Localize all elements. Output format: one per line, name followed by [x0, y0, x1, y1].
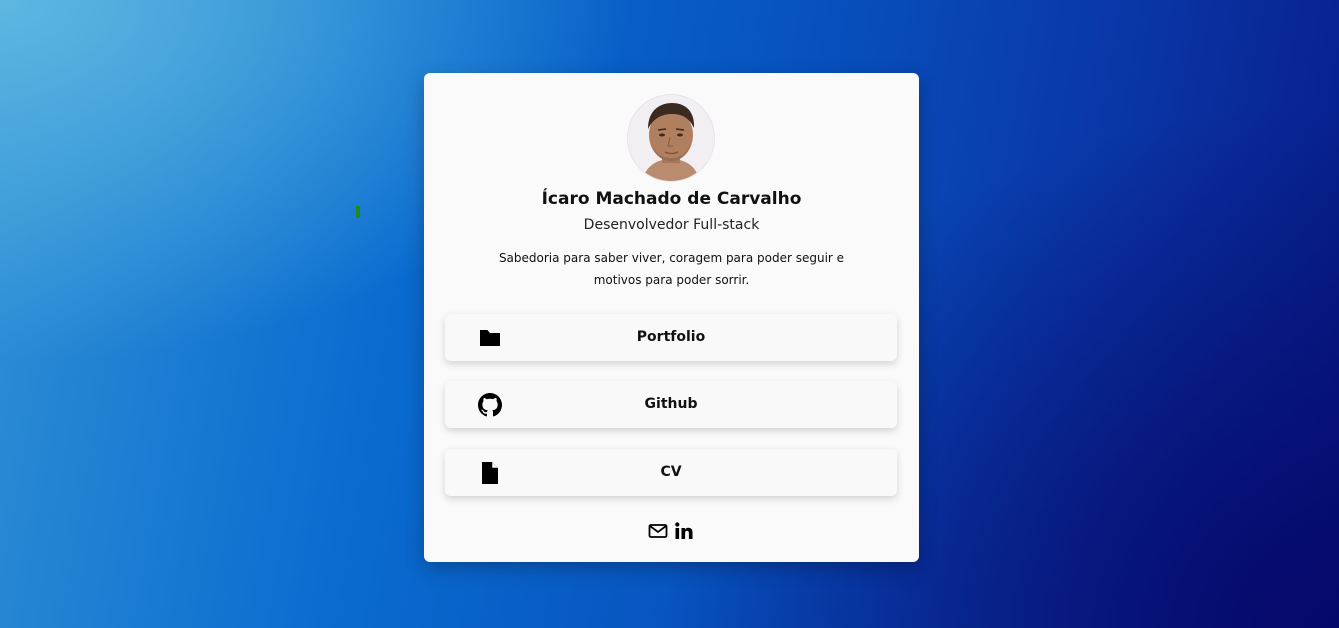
cv-button[interactable]: CV — [445, 449, 897, 496]
avatar — [628, 95, 714, 181]
profile-bio: Sabedoria para saber viver, coragem para… — [498, 251, 845, 287]
cv-label: CV — [660, 464, 682, 480]
profile-card: Ícaro Machado de Carvalho Desenvolvedor … — [424, 73, 919, 562]
mail-icon[interactable] — [648, 521, 668, 541]
linkedin-icon[interactable] — [674, 521, 694, 541]
portfolio-label: Portfolio — [636, 329, 706, 345]
github-label: Github — [644, 396, 698, 412]
profile-name: Ícaro Machado de Carvalho — [541, 189, 802, 209]
background-marker — [356, 206, 360, 218]
portfolio-button[interactable]: Portfolio — [445, 314, 897, 361]
github-button[interactable]: Github — [445, 381, 897, 428]
avatar-photo — [628, 95, 714, 181]
social-links — [648, 521, 696, 541]
profile-role: Desenvolvedor Full-stack — [583, 217, 760, 233]
